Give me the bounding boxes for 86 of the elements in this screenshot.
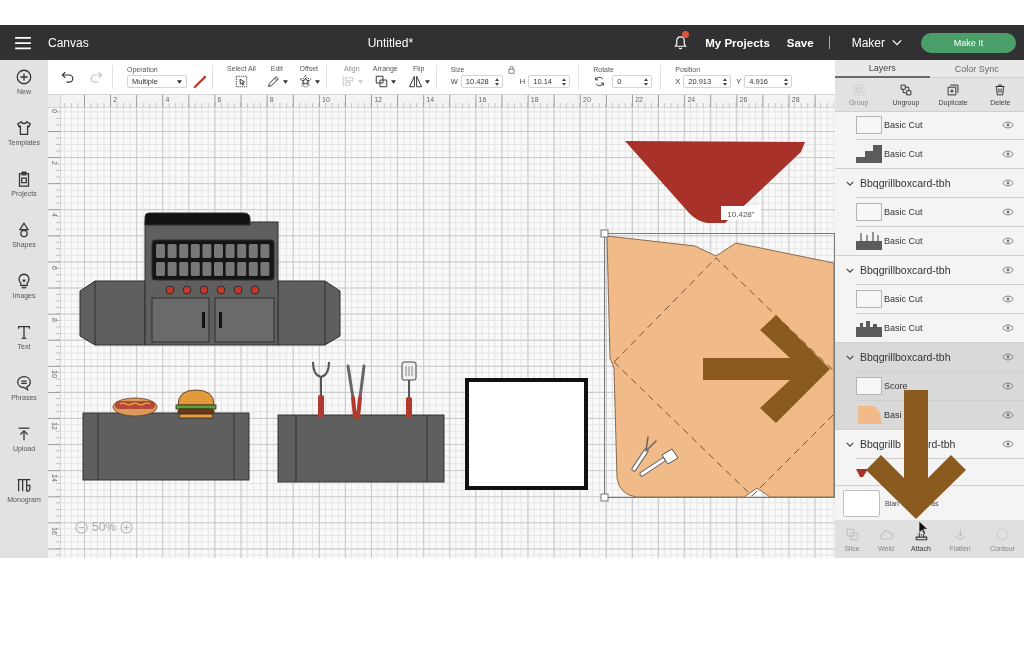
layer-row[interactable]: Basic Cut: [835, 112, 1024, 139]
eye-icon[interactable]: [1002, 150, 1014, 158]
contour-icon: [995, 526, 1010, 542]
layer-group-row[interactable]: Bbqgrillboxcard-tbh: [835, 168, 1024, 197]
undo-icon[interactable]: [60, 69, 76, 85]
flip-icon: [407, 74, 423, 89]
burger-icon: [175, 389, 217, 419]
slice-icon: [844, 526, 860, 542]
document-title[interactable]: Untitled*: [367, 35, 414, 50]
eye-icon[interactable]: [1002, 179, 1014, 187]
canvas-thumbnail-icon: [843, 489, 880, 517]
align-icon: [340, 74, 356, 89]
dimension-label: 10.428": [721, 206, 761, 220]
zoom-level: 50%: [92, 520, 117, 534]
pencil-icon: [265, 74, 281, 89]
menu-icon[interactable]: [14, 35, 32, 50]
panel-tab[interactable]: Color Sync: [929, 60, 1024, 78]
eye-icon[interactable]: [1002, 324, 1014, 332]
trash-icon: [993, 83, 1008, 97]
tool-button[interactable]: [233, 73, 249, 90]
flatten-icon: [952, 526, 968, 542]
chevron-down-icon: [892, 39, 902, 46]
nav-link[interactable]: Save: [786, 36, 814, 49]
eye-icon[interactable]: [1002, 440, 1014, 448]
eye-icon[interactable]: [1002, 353, 1014, 361]
speech-bubble-icon: [15, 374, 33, 392]
empty-thumbnail-icon: [856, 116, 882, 134]
panel-tab[interactable]: Layers: [835, 60, 930, 78]
chevron-icon[interactable]: [846, 441, 854, 447]
bell-icon[interactable]: [673, 35, 689, 50]
layer-group-row[interactable]: Bbqgrillboxcard-tbh: [835, 342, 1024, 371]
hot-dog-icon: [112, 397, 158, 417]
chevron-icon[interactable]: [846, 180, 854, 186]
empty-thumbnail-icon: [856, 290, 882, 308]
spinner-icon[interactable]: [562, 77, 567, 86]
plus-circle-icon: [15, 68, 33, 86]
chevron-icon[interactable]: [846, 267, 854, 273]
layer-row[interactable]: Basic Cut: [835, 226, 1024, 255]
layer-row[interactable]: Basic Cut: [835, 284, 1024, 313]
nav-link[interactable]: My Projects: [705, 36, 770, 49]
spinner-icon[interactable]: [494, 77, 499, 86]
tool-button[interactable]: [374, 73, 397, 90]
shape-thumbnail-icon: [856, 232, 882, 250]
shirt-icon: [15, 119, 33, 137]
eye-icon[interactable]: [1002, 295, 1014, 303]
tool-button[interactable]: [265, 73, 288, 90]
utensils-icon: [631, 436, 679, 477]
layer-row[interactable]: Basic Cut: [835, 197, 1024, 226]
layer-row[interactable]: Basic Cut: [835, 139, 1024, 168]
monogram-icon: [15, 476, 33, 494]
text-icon: [15, 323, 33, 341]
eye-icon[interactable]: [1002, 208, 1014, 216]
machine-dropdown[interactable]: Maker: [851, 35, 902, 50]
caret-icon: [177, 79, 182, 84]
offset-icon: [297, 74, 313, 89]
empty-thumbnail-icon: [856, 203, 882, 221]
eye-icon[interactable]: [1002, 121, 1014, 129]
tool-button[interactable]: [297, 73, 320, 90]
spinner-icon[interactable]: [723, 77, 728, 86]
eye-icon[interactable]: [1002, 382, 1014, 390]
eye-icon[interactable]: [1002, 237, 1014, 245]
tool-button[interactable]: [407, 73, 430, 90]
resize-handle[interactable]: [600, 493, 609, 502]
rotate-icon[interactable]: [593, 75, 607, 88]
eye-icon[interactable]: [1002, 266, 1014, 274]
ungroup-icon: [898, 83, 913, 97]
layer-group-row[interactable]: Bbqgrillboxcard-tbh: [835, 255, 1024, 284]
swatch-icon: [856, 406, 882, 424]
pen-line-icon[interactable]: [193, 75, 206, 88]
wedge-thumbnail-icon: [856, 469, 868, 477]
resize-handle[interactable]: [600, 229, 609, 238]
duplicate-icon: [946, 83, 961, 97]
app-title: Canvas: [48, 35, 89, 50]
select-all-icon: [233, 74, 249, 89]
shape-thumbnail-icon: [856, 319, 882, 337]
cursor-icon: [918, 520, 929, 535]
spinner-icon[interactable]: [644, 77, 649, 86]
shape-thumbnail-icon: [856, 145, 882, 163]
lock-icon[interactable]: [507, 65, 515, 74]
lightbulb-icon: [15, 272, 33, 290]
eye-icon[interactable]: [1002, 411, 1014, 419]
empty-thumbnail-icon: [856, 377, 882, 395]
chevron-icon[interactable]: [846, 354, 854, 360]
spinner-icon[interactable]: [784, 77, 789, 86]
layer-row[interactable]: Score: [835, 371, 1024, 400]
arrange-icon: [374, 74, 390, 89]
